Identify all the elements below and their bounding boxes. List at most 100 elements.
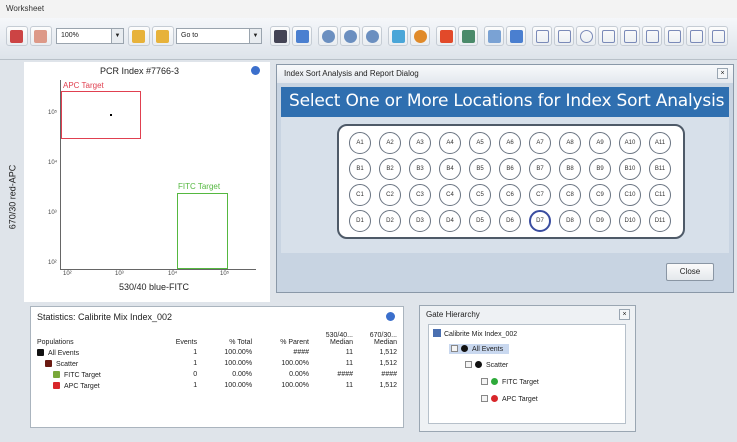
- tool-button[interactable]: [686, 26, 706, 46]
- print-button[interactable]: [6, 26, 28, 46]
- well-d8[interactable]: D8: [559, 210, 581, 232]
- well-d6[interactable]: D6: [499, 210, 521, 232]
- histogram-button[interactable]: [484, 26, 504, 46]
- well-d3[interactable]: D3: [409, 210, 431, 232]
- well-c11[interactable]: C11: [649, 184, 671, 206]
- export-button[interactable]: [30, 26, 52, 46]
- well-d10[interactable]: D10: [619, 210, 641, 232]
- well-d2[interactable]: D2: [379, 210, 401, 232]
- close-button[interactable]: Close: [666, 263, 714, 281]
- well-b9[interactable]: B9: [589, 158, 611, 180]
- gate-hierarchy-panel: Gate Hierarchy × Calibrite Mix Index_002…: [419, 305, 636, 432]
- chart-button[interactable]: [458, 26, 478, 46]
- well-b7[interactable]: B7: [529, 158, 551, 180]
- well-b5[interactable]: B5: [469, 158, 491, 180]
- quad-gate-button[interactable]: [598, 26, 618, 46]
- table-row[interactable]: All Events 1 100.00% #### 11 1,512: [35, 347, 399, 358]
- well-a5[interactable]: A5: [469, 132, 491, 154]
- apc-target-gate[interactable]: [61, 91, 141, 139]
- close-icon[interactable]: ×: [619, 309, 630, 320]
- select-button[interactable]: [388, 26, 408, 46]
- statistics-panel: Statistics: Calibrite Mix Index_002 Popu…: [30, 306, 404, 428]
- zoom-in-button[interactable]: [318, 26, 338, 46]
- gear-button[interactable]: [410, 26, 430, 46]
- more-button[interactable]: [708, 26, 728, 46]
- well-a11[interactable]: A11: [649, 132, 671, 154]
- interval-gate-button[interactable]: [620, 26, 640, 46]
- poly-gate-button[interactable]: [554, 26, 574, 46]
- close-icon[interactable]: ×: [717, 68, 728, 79]
- goto-select[interactable]: Go to ▼: [176, 28, 262, 44]
- marker-button[interactable]: [436, 26, 456, 46]
- x-tick: 10⁵: [220, 271, 230, 277]
- well-d1[interactable]: D1: [349, 210, 371, 232]
- dotplot-button[interactable]: [506, 26, 526, 46]
- zoom-out-button[interactable]: [340, 26, 360, 46]
- well-a3[interactable]: A3: [409, 132, 431, 154]
- page-prev-button[interactable]: [128, 26, 150, 46]
- well-b3[interactable]: B3: [409, 158, 431, 180]
- well-a1[interactable]: A1: [349, 132, 371, 154]
- plot-options-icon[interactable]: [251, 66, 260, 75]
- well-c10[interactable]: C10: [619, 184, 641, 206]
- tree-node-apc-target[interactable]: APC Target: [481, 395, 538, 403]
- well-a6[interactable]: A6: [499, 132, 521, 154]
- well-b10[interactable]: B10: [619, 158, 641, 180]
- well-a9[interactable]: A9: [589, 132, 611, 154]
- table-row[interactable]: FITC Target 0 0.00% 0.00% #### ####: [35, 369, 399, 380]
- well-c8[interactable]: C8: [559, 184, 581, 206]
- well-b8[interactable]: B8: [559, 158, 581, 180]
- well-c1[interactable]: C1: [349, 184, 371, 206]
- snap-button[interactable]: [664, 26, 684, 46]
- well-a10[interactable]: A10: [619, 132, 641, 154]
- table-row[interactable]: Scatter 1 100.00% 100.00% 11 1,512: [35, 358, 399, 369]
- well-c5[interactable]: C5: [469, 184, 491, 206]
- apc-gate-label: APC Target: [63, 81, 104, 90]
- stats-options-icon[interactable]: [386, 312, 395, 321]
- well-c7[interactable]: C7: [529, 184, 551, 206]
- stat-cell: 100.00%: [224, 349, 253, 356]
- well-a4[interactable]: A4: [439, 132, 461, 154]
- well-b4[interactable]: B4: [439, 158, 461, 180]
- table-row[interactable]: APC Target 1 100.00% 100.00% 11 1,512: [35, 380, 399, 391]
- well-c3[interactable]: C3: [409, 184, 431, 206]
- index-sort-dialog: Index Sort Analysis and Report Dialog × …: [276, 64, 734, 293]
- well-d7[interactable]: D7: [529, 210, 551, 232]
- page-next-button[interactable]: [152, 26, 174, 46]
- well-b11[interactable]: B11: [649, 158, 671, 180]
- well-d9[interactable]: D9: [589, 210, 611, 232]
- gear-icon: [414, 30, 427, 43]
- tree-node-fitc-target[interactable]: FITC Target: [481, 378, 539, 386]
- well-d11[interactable]: D11: [649, 210, 671, 232]
- magnifier-icon: [366, 30, 379, 43]
- well-a8[interactable]: A8: [559, 132, 581, 154]
- tree-root[interactable]: Calibrite Mix Index_002: [433, 329, 517, 338]
- well-b6[interactable]: B6: [499, 158, 521, 180]
- ellipse-gate-button[interactable]: [576, 26, 596, 46]
- well-a2[interactable]: A2: [379, 132, 401, 154]
- layout-button[interactable]: [292, 26, 312, 46]
- gate-color-icon: [491, 395, 498, 402]
- well-b1[interactable]: B1: [349, 158, 371, 180]
- stat-cell: 1,512: [379, 360, 397, 367]
- fitc-target-gate[interactable]: [177, 193, 228, 269]
- tree-node-label: All Events: [472, 346, 504, 353]
- dot-plot[interactable]: PCR Index #7766-3 670/30 red-APC APC Tar…: [7, 62, 270, 302]
- zoom-fit-button[interactable]: [362, 26, 382, 46]
- x-tick: 10⁴: [168, 271, 178, 277]
- text-button[interactable]: [642, 26, 662, 46]
- well-b2[interactable]: B2: [379, 158, 401, 180]
- rect-gate-button[interactable]: [532, 26, 552, 46]
- well-c6[interactable]: C6: [499, 184, 521, 206]
- well-c4[interactable]: C4: [439, 184, 461, 206]
- zoom-select[interactable]: 100% ▼: [56, 28, 124, 44]
- tree-node-scatter[interactable]: Scatter: [465, 361, 508, 369]
- well-a7[interactable]: A7: [529, 132, 551, 154]
- grid-button[interactable]: [270, 26, 290, 46]
- header-events: Events: [175, 339, 198, 346]
- well-d5[interactable]: D5: [469, 210, 491, 232]
- well-c9[interactable]: C9: [589, 184, 611, 206]
- well-c2[interactable]: C2: [379, 184, 401, 206]
- tree-node-all-events[interactable]: All Events: [449, 344, 510, 354]
- well-d4[interactable]: D4: [439, 210, 461, 232]
